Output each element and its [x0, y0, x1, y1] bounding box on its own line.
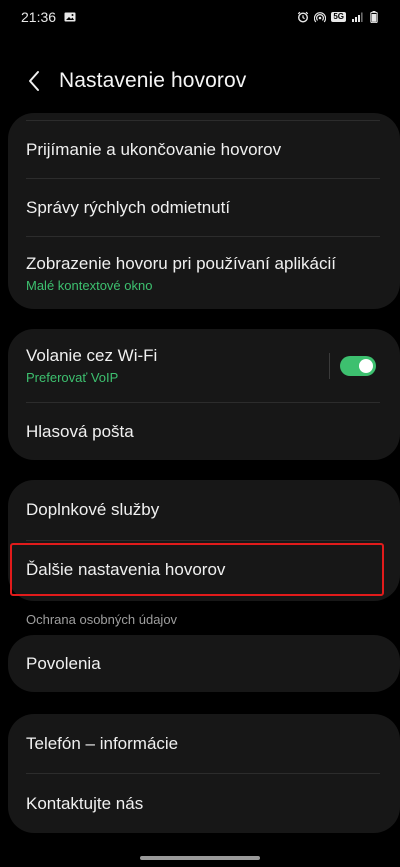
page-title: Nastavenie hovorov — [59, 69, 247, 92]
row-answer-end-calls[interactable]: Prijímanie a ukončovanie hovorov — [8, 121, 400, 178]
section-header-privacy: Ochrana osobných údajov — [26, 612, 178, 627]
chevron-left-icon — [29, 71, 39, 91]
row-label: Doplnkové služby — [26, 500, 160, 519]
hotspot-icon — [314, 11, 327, 23]
image-icon — [64, 11, 76, 23]
row-label: Kontaktujte nás — [26, 793, 144, 813]
app-header: Nastavenie hovorov — [0, 58, 400, 104]
row-label: Hlasová pošta — [26, 421, 134, 441]
wifi-calling-toggle-wrap — [329, 352, 376, 379]
row-label: Povolenia — [26, 653, 101, 673]
network-badge: 5G — [331, 12, 346, 22]
alarm-icon — [297, 11, 309, 23]
settings-group-about: Telefón – informácie Kontaktujte nás — [8, 714, 400, 833]
row-subtitle: Malé kontextové okno — [26, 277, 153, 293]
row-label: Volanie cez Wi-Fi — [26, 346, 158, 365]
status-bar: 21:36 5G — [0, 0, 400, 34]
row-voicemail[interactable]: Hlasová pošta — [8, 403, 400, 460]
row-call-display-in-apps[interactable]: Zobrazenie hovoru pri používaní aplikáci… — [8, 237, 400, 309]
row-quick-decline-messages[interactable]: Správy rýchlych odmietnutí — [8, 179, 400, 236]
row-label: Telefón – informácie — [26, 733, 179, 753]
row-supplementary-services[interactable]: Doplnkové služby — [8, 480, 400, 540]
row-permissions[interactable]: Povolenia — [8, 635, 400, 692]
highlight-box — [10, 543, 384, 596]
status-time: 21:36 — [21, 9, 57, 25]
home-indicator[interactable] — [140, 856, 260, 860]
settings-group-calls: Prijímanie a ukončovanie hovorov Správy … — [8, 113, 400, 309]
wifi-calling-toggle[interactable] — [340, 355, 376, 376]
row-label: Zobrazenie hovoru pri používaní aplikáci… — [26, 253, 336, 273]
back-button[interactable] — [14, 61, 54, 101]
toggle-knob — [359, 358, 373, 373]
row-label: Prijímanie a ukončovanie hovorov — [26, 139, 282, 159]
settings-group-privacy: Povolenia — [8, 635, 400, 692]
row-contact-us[interactable]: Kontaktujte nás — [8, 774, 400, 833]
row-wifi-calling[interactable]: Volanie cez Wi-Fi Preferovať VoIP — [8, 329, 400, 402]
status-right: 5G — [297, 11, 380, 23]
settings-group-wifi-voicemail: Volanie cez Wi-Fi Preferovať VoIP Hlasov… — [8, 329, 400, 460]
row-label: Správy rýchlych odmietnutí — [26, 197, 231, 217]
battery-icon — [368, 11, 380, 23]
row-subtitle: Preferovať VoIP — [26, 370, 119, 385]
row-phone-about[interactable]: Telefón – informácie — [8, 714, 400, 773]
status-left: 21:36 — [21, 9, 76, 25]
signal-icon — [351, 11, 363, 23]
network-label: 5G — [331, 12, 346, 22]
vertical-separator — [329, 352, 330, 379]
